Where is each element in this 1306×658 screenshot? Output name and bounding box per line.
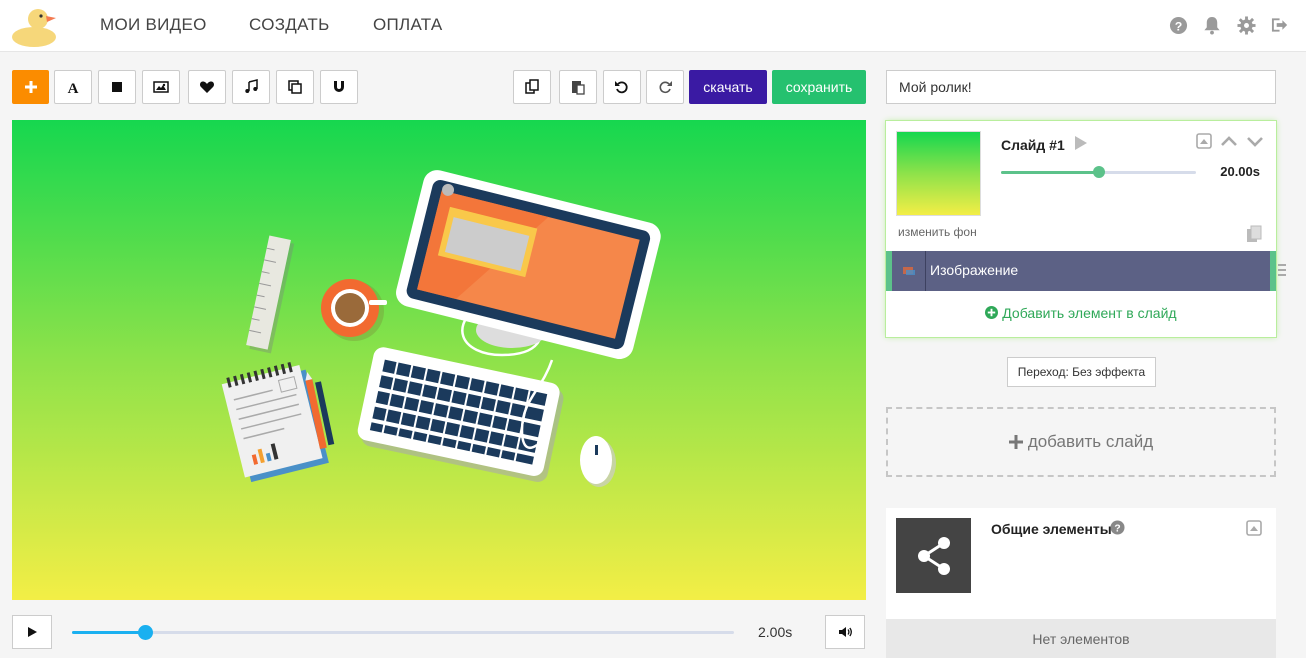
add-button[interactable] xyxy=(12,70,49,104)
chevron-up-icon[interactable] xyxy=(1220,133,1238,154)
layer-image-row[interactable]: Изображение xyxy=(886,251,1286,291)
add-slide-label: добавить слайд xyxy=(1027,432,1154,451)
plus-circle-icon xyxy=(985,306,999,319)
copy-button[interactable] xyxy=(513,70,551,104)
add-music-button[interactable] xyxy=(232,70,270,104)
timeline-slider[interactable] xyxy=(72,625,734,640)
nav-my-videos[interactable]: МОИ ВИДЕО xyxy=(100,15,207,35)
add-element-button[interactable]: Добавить элемент в слайд xyxy=(886,305,1276,321)
nav-create[interactable]: СОЗДАТЬ xyxy=(249,15,330,35)
chevron-down-icon[interactable] xyxy=(1246,133,1264,154)
paste-icon xyxy=(572,81,585,95)
save-button[interactable]: сохранить xyxy=(772,70,866,104)
collapse-icon[interactable] xyxy=(1246,520,1262,541)
collapse-icon[interactable] xyxy=(1196,133,1212,154)
timeline-knob[interactable] xyxy=(137,625,153,640)
slide-thumbnail[interactable] xyxy=(896,131,981,216)
transition-button[interactable]: Переход: Без эффекта xyxy=(1007,357,1156,387)
slide-actions xyxy=(1196,133,1264,154)
common-elements-card: Общие элементы ? Нет элементов xyxy=(886,508,1276,658)
duck-logo[interactable] xyxy=(10,4,62,48)
logout-icon[interactable] xyxy=(1270,15,1290,35)
help-icon[interactable]: ? xyxy=(1110,520,1125,540)
current-time: 2.00s xyxy=(758,624,793,640)
layer-thumbnail xyxy=(892,251,926,291)
workspace-illustration[interactable] xyxy=(12,120,866,600)
top-nav-bar: МОИ ВИДЕО СОЗДАТЬ ОПЛАТА ? xyxy=(0,0,1306,52)
project-title-input[interactable] xyxy=(886,70,1276,104)
slide-card: изменить фон Слайд #1 20.00s Изображение… xyxy=(886,121,1286,337)
square-icon xyxy=(112,82,122,92)
timeline-progress xyxy=(72,631,145,634)
music-icon xyxy=(245,79,258,93)
download-button[interactable]: скачать xyxy=(689,70,767,104)
plus-icon xyxy=(1008,435,1023,449)
magnet-icon xyxy=(334,81,344,92)
svg-text:?: ? xyxy=(1114,523,1120,534)
undo-button[interactable] xyxy=(603,70,641,104)
copy-slide-icon[interactable] xyxy=(1246,225,1262,248)
play-icon xyxy=(28,627,37,637)
heart-icon xyxy=(199,81,215,93)
slide-title: Слайд #1 xyxy=(1001,137,1065,153)
volume-icon xyxy=(839,627,852,637)
slide-play-icon[interactable] xyxy=(1074,135,1088,156)
magnet-button[interactable] xyxy=(320,70,358,104)
copy-icon xyxy=(525,79,539,94)
common-elements-title: Общие элементы xyxy=(991,521,1112,537)
paste-button[interactable] xyxy=(559,70,597,104)
layer-label: Изображение xyxy=(930,262,1019,278)
redo-button[interactable] xyxy=(646,70,684,104)
video-canvas[interactable] xyxy=(12,120,866,600)
duplicate-button[interactable] xyxy=(276,70,314,104)
duplicate-icon xyxy=(288,80,302,94)
add-slide-button[interactable]: добавить слайд xyxy=(886,407,1276,477)
share-icon xyxy=(896,518,971,593)
help-icon[interactable]: ? xyxy=(1168,15,1188,35)
change-background-link[interactable]: изменить фон xyxy=(898,225,977,239)
no-elements-label: Нет элементов xyxy=(886,619,1276,658)
plus-icon xyxy=(24,81,37,93)
add-sticker-button[interactable] xyxy=(188,70,226,104)
add-text-button[interactable]: A xyxy=(54,70,92,104)
volume-button[interactable] xyxy=(825,615,865,649)
svg-text:A: A xyxy=(68,81,79,95)
add-image-button[interactable] xyxy=(142,70,180,104)
drag-handle-icon[interactable] xyxy=(1278,263,1286,282)
add-element-label: Добавить элемент в слайд xyxy=(1002,305,1177,321)
play-button[interactable] xyxy=(12,615,52,649)
slide-duration-knob[interactable] xyxy=(1092,166,1105,178)
top-icons: ? xyxy=(1168,15,1290,35)
slide-duration: 20.00s xyxy=(1220,164,1260,179)
redo-icon xyxy=(659,81,672,94)
text-icon: A xyxy=(68,81,79,95)
svg-text:?: ? xyxy=(1174,19,1182,33)
gear-icon[interactable] xyxy=(1236,15,1256,35)
image-icon xyxy=(153,81,169,93)
nav-payment[interactable]: ОПЛАТА xyxy=(373,15,443,35)
slide-duration-fill xyxy=(1001,171,1099,174)
slide-duration-slider[interactable] xyxy=(1001,166,1196,178)
add-shape-button[interactable] xyxy=(98,70,136,104)
image-icon xyxy=(902,267,915,275)
bell-icon[interactable] xyxy=(1202,15,1222,35)
undo-icon xyxy=(615,81,628,94)
